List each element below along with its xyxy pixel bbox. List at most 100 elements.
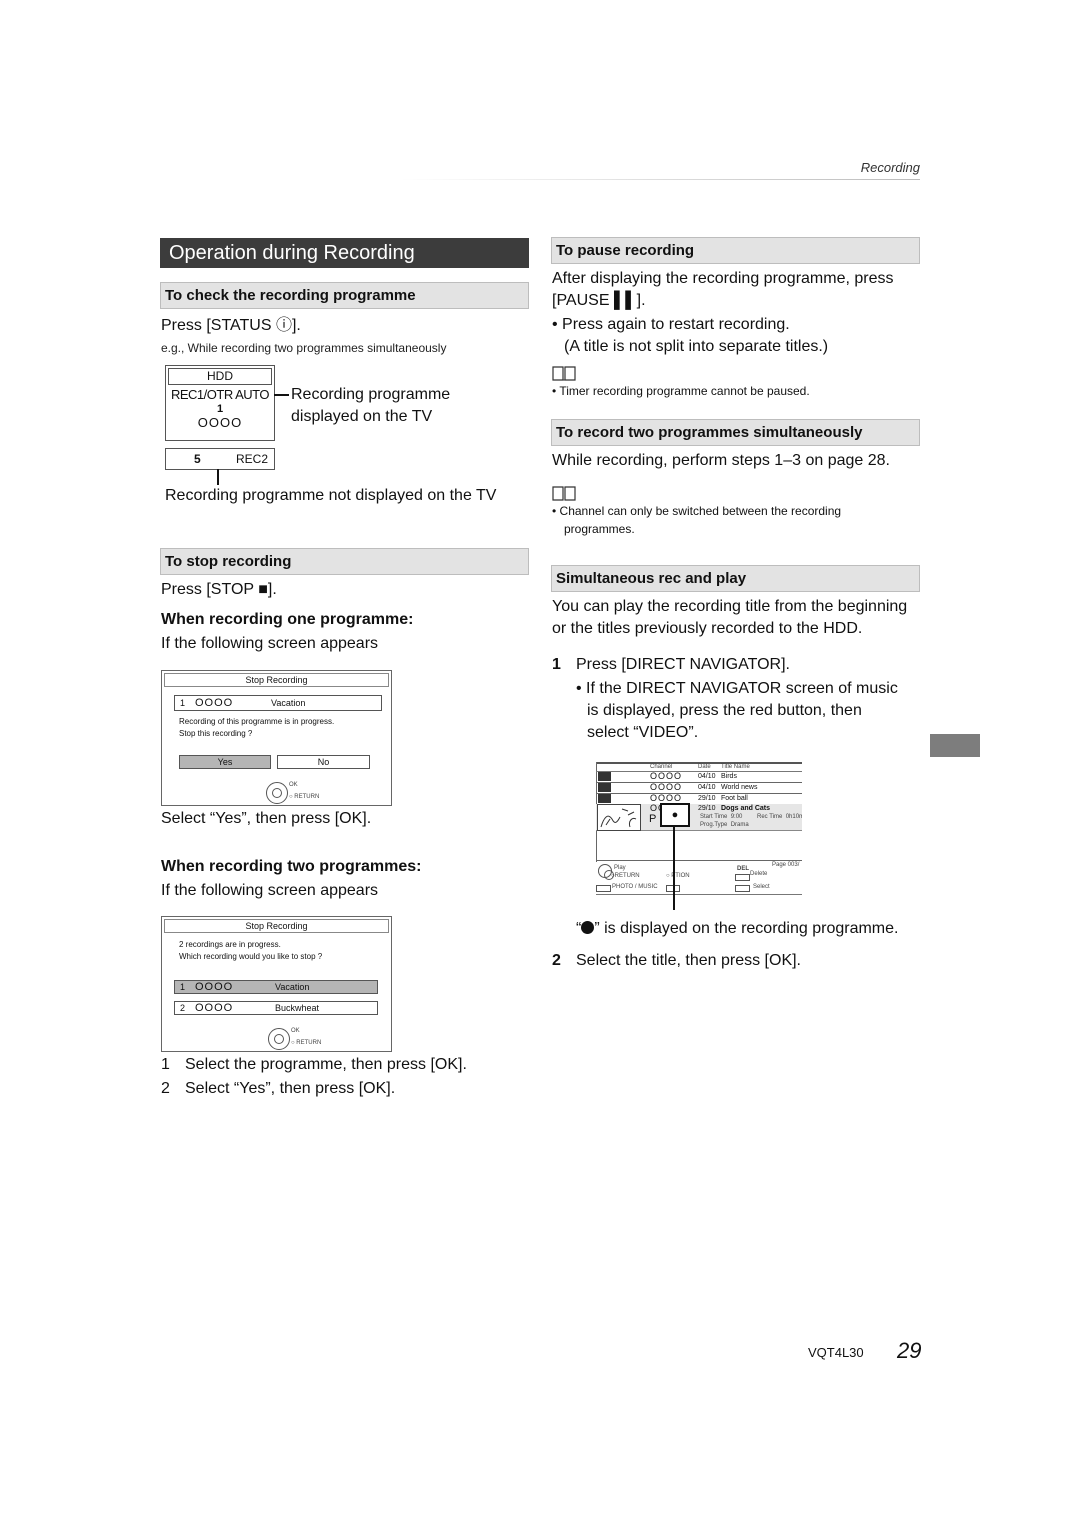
record-two-note-2: programmes.: [564, 522, 635, 536]
row-channel: OOOO: [195, 1002, 234, 1014]
running-header: Recording: [860, 160, 920, 175]
screen-message-1: 2 recordings are in progress.: [179, 940, 281, 949]
row-number: 1: [180, 982, 186, 992]
row-number: 1: [180, 698, 186, 708]
row-channel: OOOO: [650, 771, 683, 781]
marker-caption: “” is displayed on the recording program…: [576, 918, 898, 940]
simul-step-1-bullet-2: is displayed, press the red button, then: [587, 702, 862, 719]
rec-time-value: 0h10m: [785, 814, 802, 820]
media-label: HDD: [168, 368, 272, 385]
recording-row-1[interactable]: 1 OOOO Vacation: [174, 980, 378, 994]
two-programmes-text: If the following screen appears: [161, 882, 379, 899]
col-title: Title Name: [721, 764, 750, 770]
screen-message-2: Which recording would you like to stop ?: [179, 952, 323, 961]
navigation-dial-icon: [266, 782, 288, 804]
screen-message-1: Recording of this programme is in progre…: [179, 717, 335, 726]
second-number: 5: [194, 452, 201, 466]
marker-caption-text: ” is displayed on the recording programm…: [594, 920, 899, 937]
pause-bullet-1b: (A title is not split into separate titl…: [564, 338, 829, 355]
record-two-text: While recording, perform steps 1–3 on pa…: [552, 452, 890, 469]
start-time: Start Time 9:00: [700, 814, 742, 820]
heading-record-two: To record two programmes simultaneously: [551, 419, 920, 446]
row-title: Birds: [721, 773, 737, 780]
simul-step-2: 2 Select the title, then press [OK].: [552, 950, 801, 972]
heading-pause-recording: To pause recording: [551, 237, 920, 264]
rec-time-label: Rec Time: [757, 814, 783, 820]
row-date: 04/10: [698, 773, 716, 780]
label-displayed-line2: displayed on the TV: [291, 408, 433, 425]
prog-type-label: Prog.Type: [700, 822, 728, 828]
screen-message-2: Stop this recording ?: [179, 729, 253, 738]
header-rule: [400, 179, 920, 180]
return-text: RETURN: [296, 1040, 322, 1046]
simul-text-1: You can play the recording title from th…: [552, 598, 908, 615]
note-book-icon: [552, 486, 576, 501]
dog-cat-sketch-icon: [600, 808, 637, 828]
channel-number: 1: [216, 403, 224, 415]
direct-navigator-screen: Channel Date Title Name OOOO 04/10 Birds…: [596, 762, 802, 900]
simul-step-1-bullet-1: If the DIRECT NAVIGATOR screen of music: [576, 678, 898, 700]
step-2: 2 Select “Yes”, then press [OK].: [161, 1078, 395, 1100]
row-date: 29/10: [698, 805, 716, 812]
programme-row[interactable]: 1 OOOO Vacation: [174, 695, 382, 711]
prog-type-value: Drama: [730, 822, 749, 828]
option-label: ○ PTION: [666, 873, 690, 879]
ok-label: OK: [291, 1028, 300, 1034]
return-label: ○ RETURN: [289, 794, 320, 800]
pause-note: Timer recording programme cannot be paus…: [552, 384, 809, 398]
callout-line-vertical: [217, 469, 219, 485]
row-channel: OOOO: [195, 697, 234, 709]
yes-button[interactable]: Yes: [179, 755, 271, 769]
no-button[interactable]: No: [277, 755, 370, 769]
row-title: Dogs and Cats: [721, 805, 771, 812]
start-time-value: 9:00: [730, 814, 743, 820]
selected-title-row[interactable]: OOOO 29/10 Dogs and Cats P Start Time 9:…: [596, 804, 802, 831]
navigation-dial-icon: [598, 864, 614, 880]
start-time-label: Start Time: [700, 814, 728, 820]
recording-marker-highlight: ●: [660, 803, 690, 827]
two-programmes-heading: When recording two programmes:: [161, 858, 422, 875]
record-two-note-1: Channel can only be switched between the…: [552, 504, 842, 518]
press-stop-text: Press [STOP ■].: [161, 581, 277, 598]
example-text: e.g., While recording two programmes sim…: [161, 341, 447, 355]
photo-music-label: PHOTO / MUSIC: [612, 884, 658, 890]
page-title: Operation during Recording: [160, 238, 529, 268]
simul-step-1: 1 Press [DIRECT NAVIGATOR].: [552, 654, 790, 676]
second-rec-label: REC2: [235, 452, 268, 466]
stop-recording-screen-two: Stop Recording 2 recordings are in progr…: [161, 916, 392, 1052]
step-text: Press [DIRECT NAVIGATOR].: [576, 656, 790, 673]
play-label: Play: [614, 865, 626, 871]
select-label: Select: [753, 884, 770, 890]
rec-mode-label: REC1/OTR AUTO: [170, 387, 270, 402]
select-button-icon: [735, 885, 750, 892]
label-displayed-line1: Recording programme: [291, 386, 451, 403]
heading-simultaneous: Simultaneous rec and play: [551, 565, 920, 592]
return-text: RETURN: [294, 794, 320, 800]
recording-dot-icon: [581, 921, 595, 934]
pause-text-2: [PAUSE ▌▌].: [552, 292, 646, 309]
recording-dot-icon: ●: [671, 809, 679, 821]
row-date: 29/10: [698, 795, 716, 802]
status-display-box: HDD REC1/OTR AUTO 1 OOOO: [165, 365, 275, 441]
pause-bullet-1: Press again to restart recording.: [552, 314, 790, 336]
step-number: 2: [161, 1080, 170, 1097]
step-text: Select the title, then press [OK].: [576, 952, 801, 969]
heading-check-recording: To check the recording programme: [160, 282, 529, 309]
thumbnail-icon: [598, 772, 611, 781]
row-title: Buckwheat: [275, 1003, 320, 1013]
step-text: Select the programme, then press [OK].: [185, 1056, 467, 1073]
step-1: 1 Select the programme, then press [OK].: [161, 1054, 467, 1076]
ok-label: OK: [289, 782, 298, 788]
rec-time: Rec Time 0h10m: [757, 814, 802, 820]
return-label: ○ RETURN: [291, 1040, 322, 1046]
stop-recording-screen-one: Stop Recording 1 OOOO Vacation Recording…: [161, 670, 392, 806]
screen-title: Stop Recording: [164, 673, 389, 687]
thumbnail-image: [597, 804, 641, 831]
footer-rule: [596, 894, 802, 895]
row-title: Vacation: [275, 982, 310, 992]
recording-row-2[interactable]: 2 OOOO Buckwheat: [174, 1001, 378, 1015]
step-number: 1: [552, 656, 561, 673]
row-title: Vacation: [271, 698, 306, 708]
row-number: 2: [180, 1003, 186, 1013]
simul-step-1-bullet-3: select “VIDEO”.: [587, 724, 699, 741]
